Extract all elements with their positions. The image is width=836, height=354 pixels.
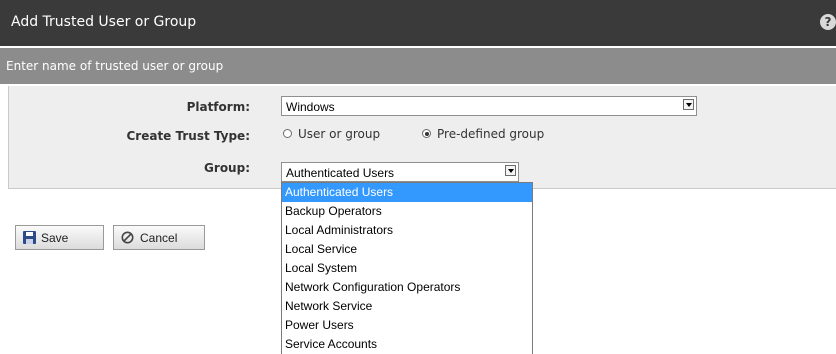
dropdown-option[interactable]: Network Configuration Operators bbox=[282, 278, 532, 297]
radio-user-or-group-label: User or group bbox=[298, 127, 381, 141]
group-select[interactable]: Authenticated Users bbox=[281, 162, 519, 182]
group-select-value: Authenticated Users bbox=[286, 166, 395, 180]
save-button[interactable]: Save bbox=[15, 225, 104, 250]
group-dropdown-list[interactable]: Authenticated Users Backup Operators Loc… bbox=[281, 182, 533, 354]
platform-select-value: Windows bbox=[286, 100, 335, 114]
dropdown-option[interactable]: Local Service bbox=[282, 240, 532, 259]
platform-label: Platform: bbox=[186, 100, 250, 114]
save-button-label: Save bbox=[41, 231, 69, 245]
cancel-button-label: Cancel bbox=[140, 231, 178, 245]
platform-select[interactable]: Windows bbox=[281, 96, 697, 116]
radio-user-or-group[interactable]: User or group bbox=[283, 127, 380, 141]
dropdown-option[interactable]: Backup Operators bbox=[282, 202, 532, 221]
radio-button-icon[interactable] bbox=[283, 129, 292, 138]
cancel-circle-icon bbox=[121, 231, 134, 244]
group-label: Group: bbox=[204, 161, 250, 175]
floppy-disk-icon bbox=[23, 231, 36, 244]
cancel-button[interactable]: Cancel bbox=[113, 225, 205, 250]
dialog-title: Add Trusted User or Group bbox=[11, 14, 197, 30]
dropdown-option[interactable]: Service Accounts bbox=[282, 335, 532, 354]
dropdown-option[interactable]: Authenticated Users bbox=[282, 183, 532, 202]
radio-button-selected-icon[interactable] bbox=[422, 129, 431, 138]
dropdown-option[interactable]: Local System bbox=[282, 259, 532, 278]
dropdown-option[interactable]: Local Administrators bbox=[282, 221, 532, 240]
dropdown-option[interactable]: Power Users bbox=[282, 316, 532, 335]
chevron-down-icon[interactable] bbox=[683, 99, 694, 110]
dialog-titlebar: Add Trusted User or Group ? bbox=[0, 0, 836, 46]
radio-pre-defined-group[interactable]: Pre-defined group bbox=[422, 127, 544, 141]
chevron-down-icon[interactable] bbox=[505, 165, 516, 176]
dropdown-option[interactable]: Network Service bbox=[282, 297, 532, 316]
subheader-text: Enter name of trusted user or group bbox=[6, 59, 224, 73]
help-icon[interactable]: ? bbox=[820, 14, 836, 30]
trust-type-label: Create Trust Type: bbox=[126, 129, 250, 143]
radio-pre-defined-group-label: Pre-defined group bbox=[437, 127, 545, 141]
dialog-subheader: Enter name of trusted user or group bbox=[0, 48, 836, 84]
